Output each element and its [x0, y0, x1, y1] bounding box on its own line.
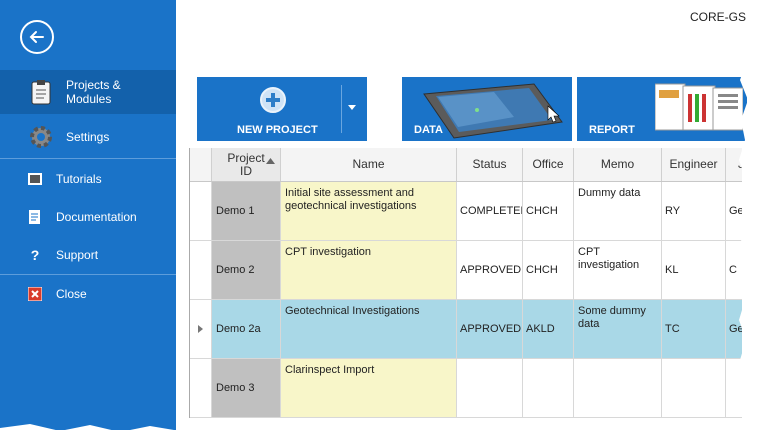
torn-edge-decoration: [0, 0, 760, 442]
